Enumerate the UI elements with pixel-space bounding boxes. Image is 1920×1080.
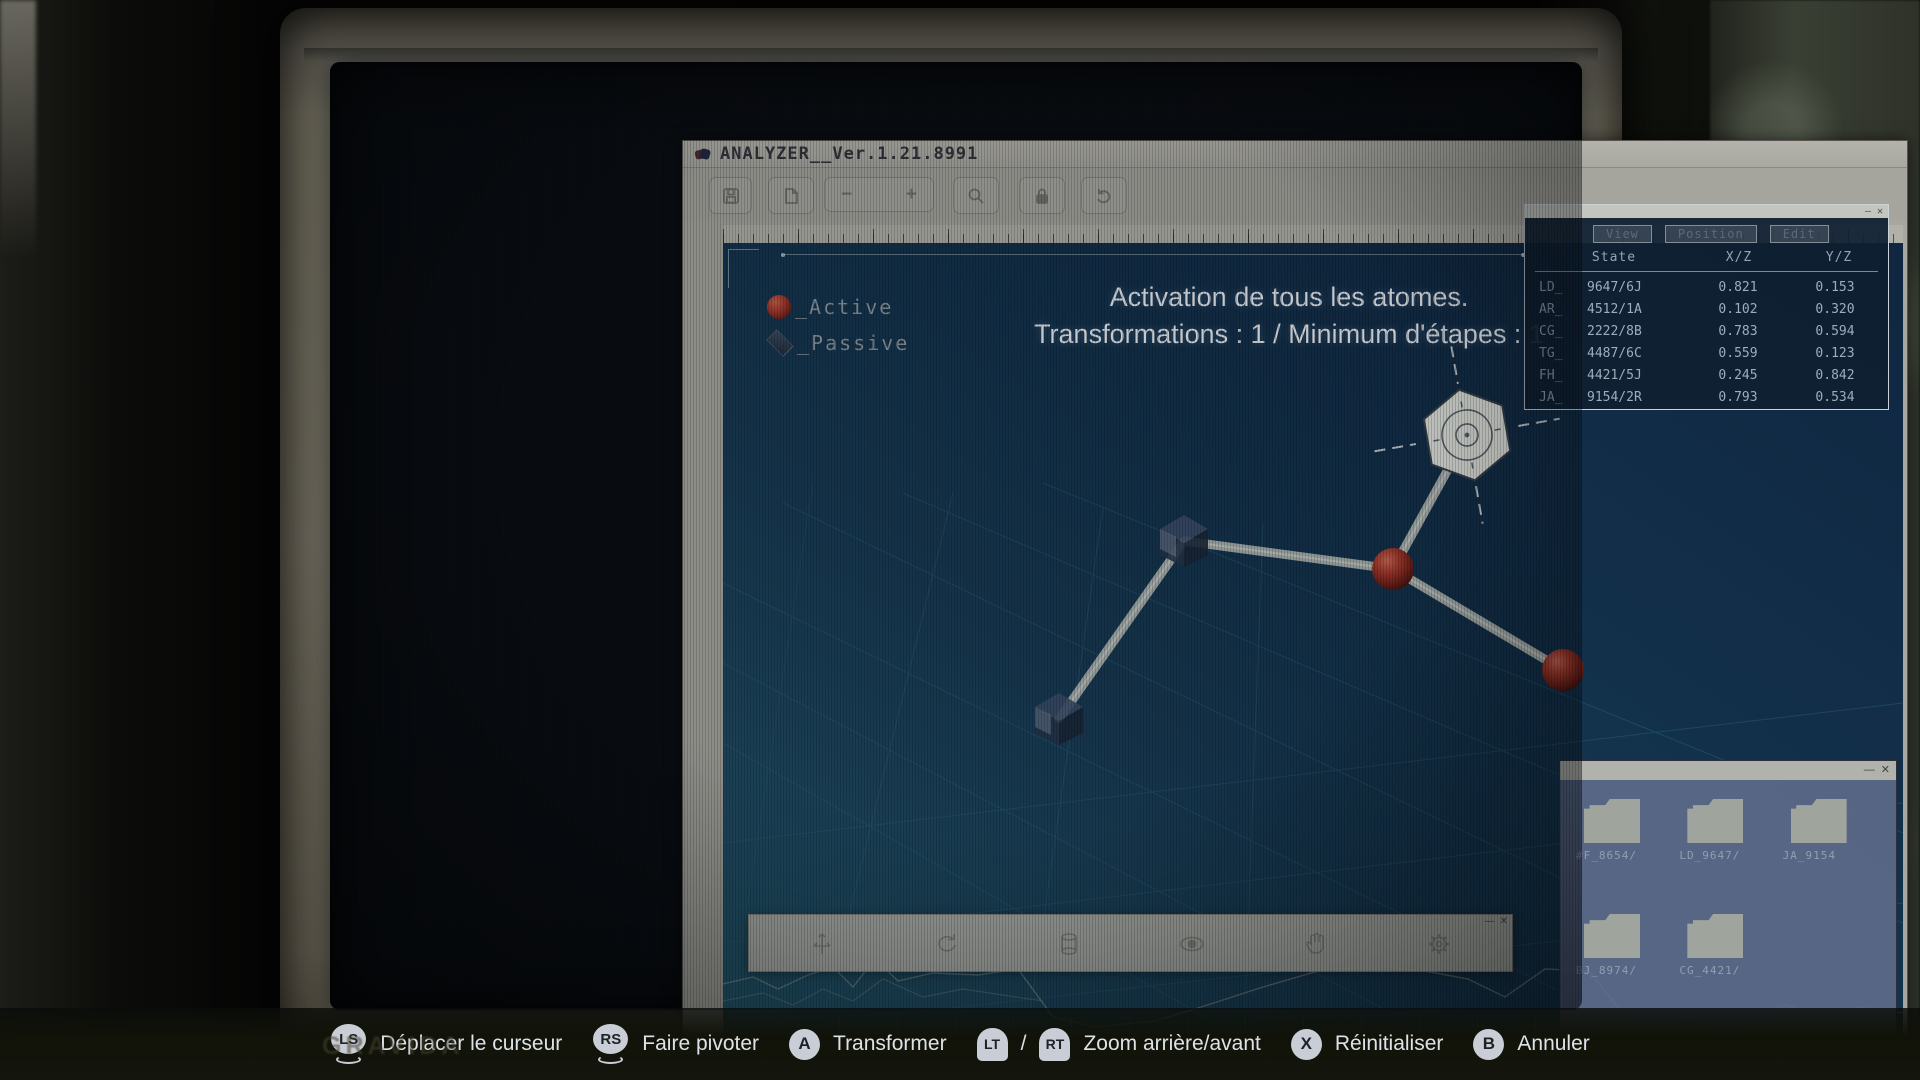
separator: /	[1020, 1032, 1027, 1055]
hand-tool-icon[interactable]	[1304, 931, 1328, 957]
atom-active-2[interactable]	[1542, 649, 1584, 691]
folder-label: CG_4421/	[1679, 964, 1741, 977]
column-state: State	[1591, 250, 1637, 265]
lt-button-icon: LT	[976, 1027, 1008, 1061]
folder-grid: #F_8654/LD_9647/JA_9154 BJ_8974/CG_4421/	[1576, 799, 1886, 977]
data-panel-tabs: View Position Edit	[1593, 225, 1829, 243]
table-row[interactable]: TG_ 4487/6C 0.559 0.123	[1539, 342, 1882, 364]
folder-icon	[1790, 799, 1847, 843]
gamepad-hint-bar: LS Déplacer le curseur RS Faire pivoter A Tra…	[0, 1008, 1920, 1080]
tab-edit[interactable]: Edit	[1769, 225, 1829, 243]
analyzer-window: ANALYZER__Ver.1.21.8991 − + _Active _Pas…	[682, 140, 1908, 1064]
data-panel-minimize-button[interactable]: —	[1865, 206, 1871, 217]
monitor-brand-text: GRAVIDA	[322, 1032, 464, 1060]
folder-label: LD_9647/	[1679, 849, 1741, 862]
data-panel-close-button[interactable]: ✕	[1877, 206, 1883, 217]
monitor-screen: ANALYZER__Ver.1.21.8991 − + _Active _Pas…	[330, 62, 1908, 1064]
folder-item[interactable]: #F_8654/	[1576, 799, 1679, 862]
table-body: LD_ 9647/6J 0.821 0.153 AR_ 4512/1A 0.102 0.320…	[1539, 276, 1882, 408]
floating-toolbar[interactable]: — ✕	[748, 914, 1513, 972]
b-button-icon: B	[1473, 1028, 1505, 1060]
eye-tool-icon[interactable]	[1178, 931, 1206, 957]
a-button-icon: A	[789, 1028, 821, 1060]
folder-item[interactable]: JA_9154	[1783, 799, 1886, 862]
table-row[interactable]: AR_ 4512/1A 0.102 0.320	[1539, 298, 1882, 320]
column-xz: X/Z	[1725, 250, 1753, 265]
data-panel[interactable]: — ✕ View Position Edit State X/Z Y/Z LD_…	[1524, 204, 1889, 410]
column-yz: Y/Z	[1825, 250, 1853, 265]
folder-item[interactable]: BJ_8974/	[1576, 914, 1679, 977]
toolbar-minimize-button[interactable]: —	[1485, 917, 1495, 927]
bond-highlight	[1392, 568, 1564, 671]
folder-icon	[1687, 914, 1744, 958]
rotate-tool-icon[interactable]	[933, 931, 959, 957]
folder-window-minimize-button[interactable]: —	[1864, 765, 1875, 776]
folder-label: BJ_8974/	[1576, 964, 1637, 977]
folder-icon	[1584, 799, 1640, 843]
header-divider	[1535, 271, 1878, 272]
folder-label: #F_8654/	[1576, 849, 1637, 862]
table-row[interactable]: JA_ 9154/2R 0.793 0.534	[1539, 386, 1882, 408]
atom-active-1[interactable]	[1372, 548, 1414, 590]
data-panel-titlebar[interactable]: — ✕	[1525, 205, 1888, 218]
toolbar-close-button[interactable]: ✕	[1500, 917, 1508, 927]
hint-label: Réinitialiser	[1334, 1032, 1444, 1055]
hint-b: B Annuler	[1473, 1028, 1590, 1060]
hint-label: Zoom arrière/avant	[1083, 1032, 1261, 1055]
cylinder-tool-icon[interactable]	[1057, 931, 1081, 957]
table-row[interactable]: LD_ 9647/6J 0.821 0.153	[1539, 276, 1882, 298]
table-header: State X/Z Y/Z	[1539, 250, 1889, 265]
folder-item[interactable]: CG_4421/	[1679, 914, 1782, 977]
hint-rs: RS Faire pivoter	[592, 1024, 759, 1064]
folder-window-close-button[interactable]: ✕	[1881, 765, 1890, 776]
hint-label: Transformer	[833, 1032, 947, 1055]
x-button-icon: X	[1290, 1028, 1322, 1060]
table-row[interactable]: CG_ 2222/8B 0.783 0.594	[1539, 320, 1882, 342]
tab-view[interactable]: View	[1593, 225, 1652, 243]
hint-label: Faire pivoter	[642, 1032, 760, 1055]
tab-position[interactable]: Position	[1664, 225, 1757, 243]
hint-a: A Transformer	[789, 1028, 947, 1060]
settings-gear-icon[interactable]	[1426, 931, 1452, 957]
hint-label: Annuler	[1517, 1032, 1590, 1055]
table-row[interactable]: FH_ 4421/5J 0.245 0.842	[1539, 364, 1882, 386]
rt-button-icon: RT	[1039, 1027, 1071, 1061]
game-screen: GRAVIDA ANALYZER__Ver.1.21.8991 − + _Act…	[0, 0, 1920, 1080]
bond-highlight	[1183, 540, 1394, 570]
folder-icon	[1687, 799, 1744, 843]
hint-lt-rt: LT / RT Zoom arrière/avant	[976, 1027, 1261, 1061]
room-wall-left	[0, 0, 36, 260]
hint-x: X Réinitialiser	[1290, 1028, 1444, 1060]
folder-icon	[1584, 914, 1640, 958]
folder-item[interactable]: LD_9647/	[1679, 799, 1782, 862]
folder-label: JA_9154	[1782, 849, 1837, 862]
move-tool-icon[interactable]	[809, 931, 835, 957]
rs-stick-icon: RS	[592, 1024, 629, 1064]
folder-window-titlebar[interactable]: — ✕	[1560, 761, 1896, 780]
bond-highlight	[1058, 540, 1185, 720]
